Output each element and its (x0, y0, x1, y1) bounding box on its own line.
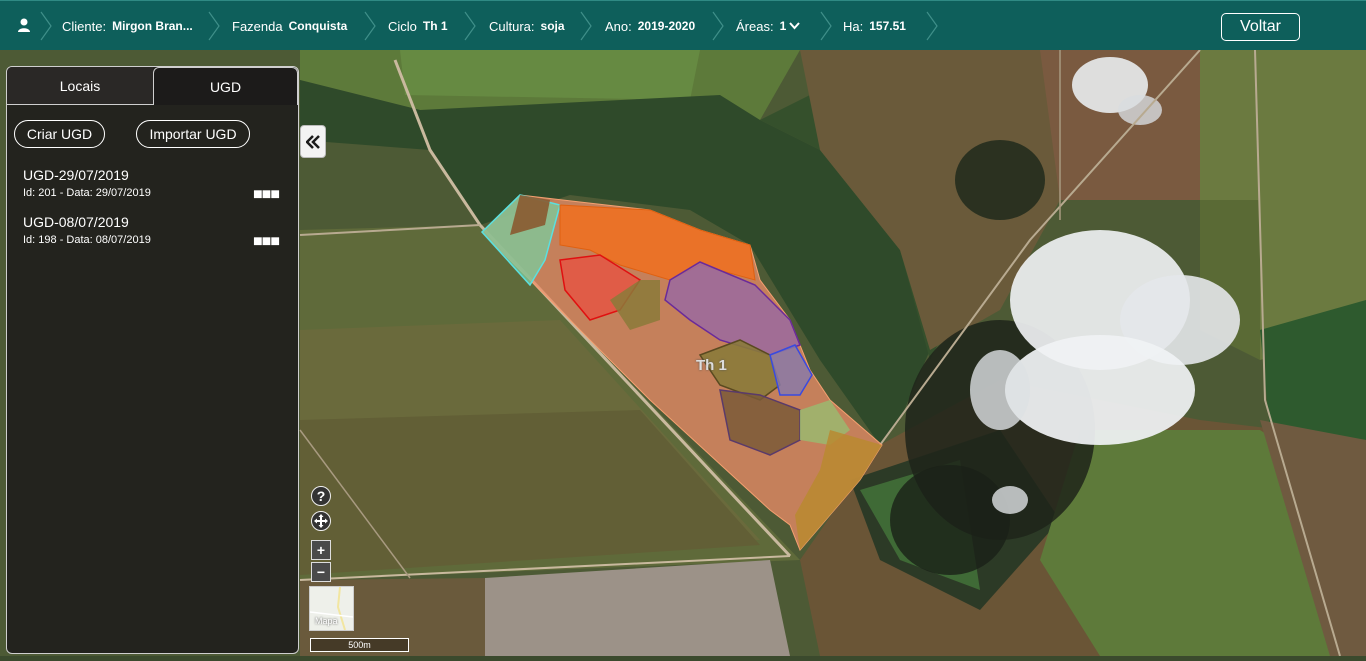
ugd-title: UGD-08/07/2019 (23, 214, 129, 230)
areas-label: Áreas: (736, 18, 774, 34)
ugd-title: UGD-29/07/2019 (23, 167, 129, 183)
move-button[interactable] (311, 511, 331, 531)
breadcrumb-ciclo[interactable]: Ciclo Th 1 (388, 1, 448, 51)
chevron-right-icon (208, 11, 220, 41)
ugd-side-panel: Locais UGD Criar UGD Importar UGD UGD-29… (6, 66, 299, 654)
list-item[interactable]: UGD-08/07/2019 Id: 198 - Data: 08/07/201… (23, 214, 293, 250)
collapse-panel-button[interactable] (300, 125, 326, 158)
minimap-toggle[interactable]: Mapa (309, 586, 354, 631)
chevron-right-icon (40, 11, 52, 41)
move-icon (314, 514, 328, 528)
breadcrumb-fazenda[interactable]: Fazenda Conquista (232, 1, 347, 51)
importar-ugd-button[interactable]: Importar UGD (136, 120, 250, 148)
breadcrumb-ha: Ha: 157.51 (843, 1, 906, 51)
chevron-right-icon (464, 11, 476, 41)
breadcrumb-cultura[interactable]: Cultura: soja (489, 1, 565, 51)
areas-dropdown[interactable]: Áreas: 1 (736, 1, 801, 51)
breadcrumb-cliente[interactable]: Cliente: Mirgon Bran... (62, 1, 193, 51)
cultura-label: Cultura: (489, 18, 535, 34)
ano-value: 2019-2020 (637, 19, 696, 33)
ciclo-label: Ciclo (388, 18, 417, 34)
chevron-right-icon (820, 11, 832, 41)
more-options-icon[interactable]: ■■■ (253, 187, 280, 203)
more-options-icon[interactable]: ■■■ (253, 234, 280, 250)
cultura-value: soja (540, 19, 565, 33)
fazenda-value: Conquista (288, 19, 348, 33)
cliente-value: Mirgon Bran... (112, 19, 193, 33)
help-button[interactable]: ? (311, 486, 331, 506)
chevron-right-icon (712, 11, 724, 41)
criar-ugd-button[interactable]: Criar UGD (14, 120, 105, 148)
voltar-button[interactable]: Voltar (1221, 13, 1300, 41)
user-icon[interactable] (16, 17, 32, 33)
areas-value: 1 (779, 19, 787, 33)
field-label[interactable]: Th 1 (696, 357, 727, 374)
chevron-right-icon (580, 11, 592, 41)
breadcrumb-ano[interactable]: Ano: 2019-2020 (605, 1, 695, 51)
chevron-right-icon (364, 11, 376, 41)
panel-tabs: Locais UGD (7, 67, 298, 105)
list-item[interactable]: UGD-29/07/2019 Id: 201 - Data: 29/07/201… (23, 167, 293, 203)
zoom-in-button[interactable]: + (311, 540, 331, 560)
help-label: ? (316, 488, 326, 504)
tab-locais[interactable]: Locais (7, 67, 153, 104)
scale-bar: 500m (310, 638, 409, 652)
ha-label: Ha: (843, 18, 864, 34)
top-bar: Cliente: Mirgon Bran... Fazenda Conquist… (0, 0, 1366, 50)
minimap-label: Mapa (315, 616, 338, 626)
cliente-label: Cliente: (62, 18, 107, 34)
ciclo-value: Th 1 (422, 19, 448, 33)
double-chevron-left-icon (306, 134, 320, 149)
ha-value: 157.51 (869, 19, 906, 33)
chevron-down-icon[interactable] (789, 22, 801, 30)
ano-label: Ano: (605, 18, 632, 34)
fazenda-label: Fazenda (232, 18, 283, 34)
zoom-out-button[interactable]: − (311, 562, 331, 582)
tab-ugd[interactable]: UGD (153, 67, 298, 105)
chevron-right-icon (926, 11, 938, 41)
